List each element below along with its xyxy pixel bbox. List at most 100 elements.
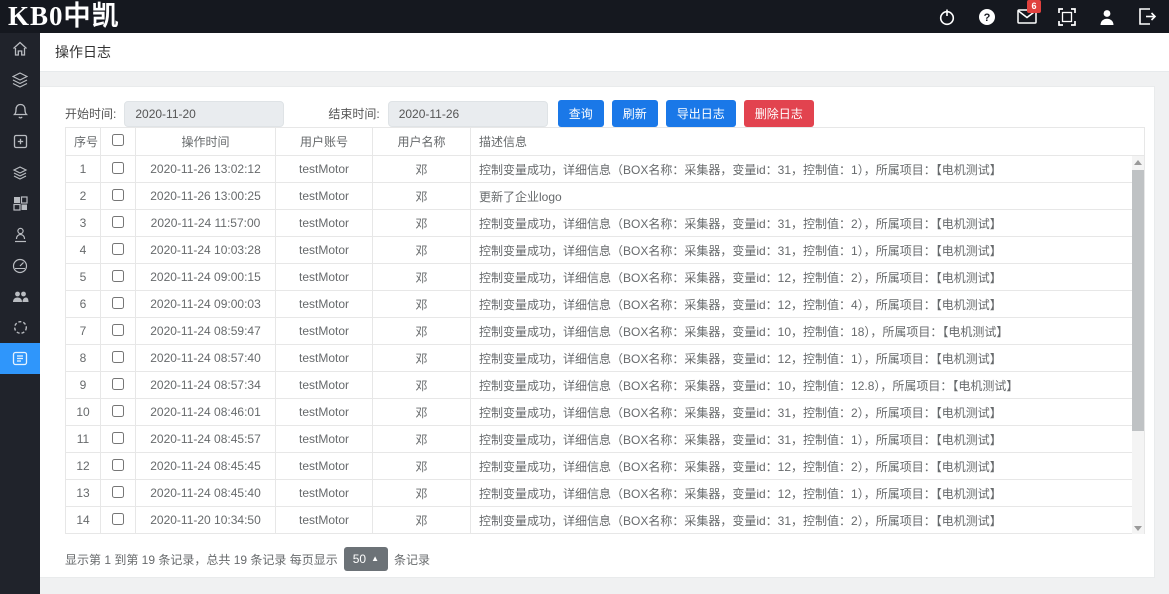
cell-account: testMotor	[276, 426, 373, 453]
user-icon[interactable]	[1087, 0, 1127, 33]
table-row[interactable]: 13 2020-11-24 08:45:40 testMotor 邓 控制变量成…	[66, 480, 1145, 507]
table-row[interactable]: 6 2020-11-24 09:00:03 testMotor 邓 控制变量成功…	[66, 291, 1145, 318]
row-checkbox[interactable]	[112, 243, 124, 255]
sidebar-item-layers[interactable]	[0, 64, 40, 95]
page-title: 操作日志	[55, 33, 111, 72]
row-checkbox[interactable]	[112, 378, 124, 390]
cell-time: 2020-11-24 08:45:57	[136, 426, 276, 453]
table-row[interactable]: 7 2020-11-24 08:59:47 testMotor 邓 控制变量成功…	[66, 318, 1145, 345]
cell-no: 8	[66, 345, 101, 372]
select-all-checkbox[interactable]	[112, 134, 124, 146]
table-row[interactable]: 2 2020-11-26 13:00:25 testMotor 邓 更新了企业l…	[66, 183, 1145, 210]
cell-desc: 控制变量成功，详细信息（BOX名称：采集器，变量id：12，控制值：2），所属项…	[471, 264, 1145, 291]
table-row[interactable]: 8 2020-11-24 08:57:40 testMotor 邓 控制变量成功…	[66, 345, 1145, 372]
cell-checkbox	[101, 291, 136, 318]
cell-checkbox	[101, 480, 136, 507]
sidebar-item-stack[interactable]	[0, 157, 40, 188]
cell-account: testMotor	[276, 453, 373, 480]
cell-account: testMotor	[276, 372, 373, 399]
table-row[interactable]: 4 2020-11-24 10:03:28 testMotor 邓 控制变量成功…	[66, 237, 1145, 264]
power-icon[interactable]	[927, 0, 967, 33]
export-log-button[interactable]: 导出日志	[666, 100, 736, 127]
cell-no: 12	[66, 453, 101, 480]
search-button[interactable]: 查询	[558, 100, 604, 127]
cell-name: 邓	[373, 156, 471, 183]
table-scrollbar[interactable]	[1132, 156, 1144, 534]
start-time-input[interactable]	[124, 101, 284, 127]
table-row[interactable]: 3 2020-11-24 11:57:00 testMotor 邓 控制变量成功…	[66, 210, 1145, 237]
cell-no: 4	[66, 237, 101, 264]
cell-desc: 控制变量成功，详细信息（BOX名称：采集器，变量id：31，控制值：2），所属项…	[471, 210, 1145, 237]
row-checkbox[interactable]	[112, 405, 124, 417]
cell-account: testMotor	[276, 291, 373, 318]
cell-account: testMotor	[276, 264, 373, 291]
cell-desc: 控制变量成功，详细信息（BOX名称：采集器，变量id：31，控制值：2），所属项…	[471, 507, 1145, 534]
row-checkbox[interactable]	[112, 162, 124, 174]
row-checkbox[interactable]	[112, 432, 124, 444]
row-checkbox[interactable]	[112, 297, 124, 309]
filter-row: 开始时间: 结束时间: 查询 刷新 导出日志 删除日志	[65, 100, 814, 127]
table-row[interactable]: 11 2020-11-24 08:45:57 testMotor 邓 控制变量成…	[66, 426, 1145, 453]
sidebar	[0, 33, 40, 594]
logout-icon[interactable]	[1127, 0, 1167, 33]
delete-log-button[interactable]: 删除日志	[744, 100, 814, 127]
pagination-suffix: 条记录	[394, 551, 430, 568]
header-no: 序号	[66, 128, 101, 156]
sidebar-item-gauge[interactable]	[0, 250, 40, 281]
cell-checkbox	[101, 183, 136, 210]
cell-desc: 控制变量成功，详细信息（BOX名称：采集器，变量id：31，控制值：1），所属项…	[471, 426, 1145, 453]
row-checkbox[interactable]	[112, 486, 124, 498]
scrollbar-up-arrow[interactable]	[1132, 156, 1144, 168]
sidebar-item-user-pin[interactable]	[0, 219, 40, 250]
sidebar-item-sync[interactable]	[0, 312, 40, 343]
sidebar-item-bell[interactable]	[0, 95, 40, 126]
row-checkbox[interactable]	[112, 324, 124, 336]
cell-checkbox	[101, 507, 136, 534]
help-icon[interactable]: ?	[967, 0, 1007, 33]
row-checkbox[interactable]	[112, 216, 124, 228]
scrollbar-down-arrow[interactable]	[1132, 522, 1144, 534]
row-checkbox[interactable]	[112, 189, 124, 201]
cell-time: 2020-11-24 08:45:40	[136, 480, 276, 507]
table-row[interactable]: 14 2020-11-20 10:34:50 testMotor 邓 控制变量成…	[66, 507, 1145, 534]
cell-name: 邓	[373, 210, 471, 237]
row-checkbox[interactable]	[112, 351, 124, 363]
cell-account: testMotor	[276, 345, 373, 372]
cell-name: 邓	[373, 183, 471, 210]
scrollbar-thumb[interactable]	[1132, 170, 1144, 431]
table-row[interactable]: 10 2020-11-24 08:46:01 testMotor 邓 控制变量成…	[66, 399, 1145, 426]
table-row[interactable]: 5 2020-11-24 09:00:15 testMotor 邓 控制变量成功…	[66, 264, 1145, 291]
cell-account: testMotor	[276, 183, 373, 210]
table-row[interactable]: 9 2020-11-24 08:57:34 testMotor 邓 控制变量成功…	[66, 372, 1145, 399]
sidebar-item-users[interactable]	[0, 281, 40, 312]
table-header-row: 序号 操作时间 用户账号 用户名称 描述信息	[66, 128, 1145, 156]
sidebar-item-add-window[interactable]	[0, 126, 40, 157]
row-checkbox[interactable]	[112, 513, 124, 525]
cell-desc: 控制变量成功，详细信息（BOX名称：采集器，变量id：10，控制值：18），所属…	[471, 318, 1145, 345]
cell-account: testMotor	[276, 399, 373, 426]
refresh-button[interactable]: 刷新	[612, 100, 658, 127]
table-row[interactable]: 12 2020-11-24 08:45:45 testMotor 邓 控制变量成…	[66, 453, 1145, 480]
row-checkbox[interactable]	[112, 459, 124, 471]
cell-checkbox	[101, 345, 136, 372]
cell-no: 10	[66, 399, 101, 426]
app-logo: KB0中凯	[8, 0, 120, 34]
table-row[interactable]: 1 2020-11-26 13:02:12 testMotor 邓 控制变量成功…	[66, 156, 1145, 183]
end-time-input[interactable]	[388, 101, 548, 127]
pagination-bar: 显示第 1 到第 19 条记录，总共 19 条记录 每页显示 50 ▲ 条记录	[65, 547, 430, 571]
sidebar-item-home[interactable]	[0, 33, 40, 64]
cell-name: 邓	[373, 507, 471, 534]
pagination-summary: 显示第 1 到第 19 条记录，总共 19 条记录 每页显示	[65, 551, 338, 568]
cell-desc: 更新了企业logo	[471, 183, 1145, 210]
cell-desc: 控制变量成功，详细信息（BOX名称：采集器，变量id：31，控制值：1），所属项…	[471, 237, 1145, 264]
cell-checkbox	[101, 372, 136, 399]
page-titlebar: 操作日志	[40, 33, 1169, 72]
cell-time: 2020-11-24 08:57:34	[136, 372, 276, 399]
cell-checkbox	[101, 453, 136, 480]
row-checkbox[interactable]	[112, 270, 124, 282]
mail-icon[interactable]: 6	[1007, 0, 1047, 33]
page-size-select[interactable]: 50 ▲	[344, 547, 388, 571]
sidebar-item-grid[interactable]	[0, 188, 40, 219]
sidebar-item-operation-log[interactable]	[0, 343, 40, 374]
fullscreen-icon[interactable]	[1047, 0, 1087, 33]
